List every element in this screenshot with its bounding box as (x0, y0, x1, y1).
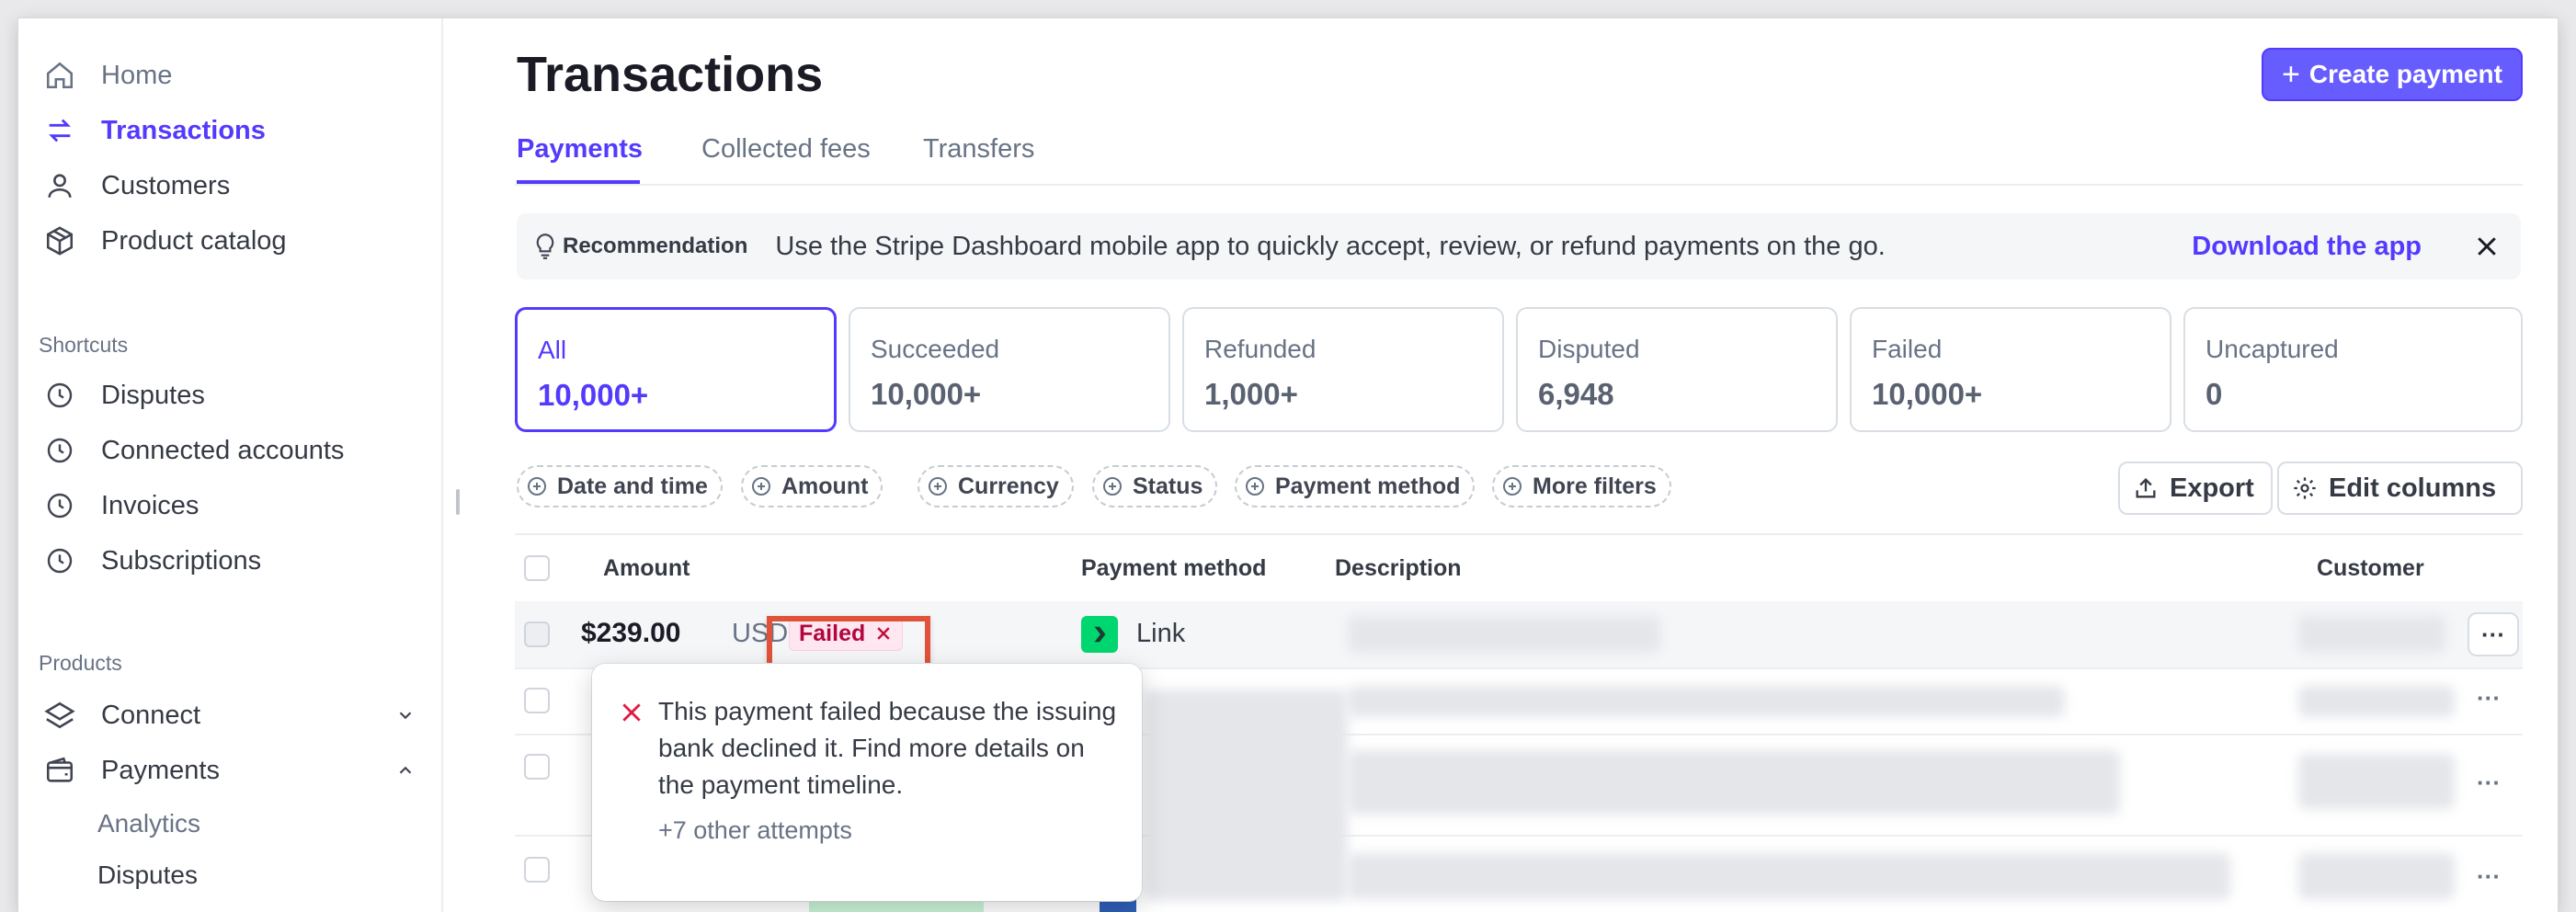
wallet-icon (42, 753, 77, 788)
sidebar-resize-handle[interactable] (456, 489, 460, 515)
column-header-description[interactable]: Description (1335, 555, 1462, 582)
user-icon (42, 168, 77, 203)
sidebar-item-connect[interactable]: Connect (42, 691, 419, 739)
sidebar-item-disputes[interactable]: Disputes (42, 371, 205, 419)
clock-icon (42, 433, 77, 468)
sidebar-item-home[interactable]: Home (42, 51, 172, 99)
filter-date-and-time[interactable]: Date and time (517, 465, 723, 507)
recommendation-banner: Recommendation Use the Stripe Dashboard … (517, 213, 2521, 279)
close-icon[interactable] (2473, 233, 2501, 260)
row-amount: $239.00 (581, 618, 681, 648)
recommendation-label: Recommendation (563, 234, 748, 258)
table-header: Amount Payment method Description Custom… (515, 535, 2523, 603)
status-card-all[interactable]: All 10,000+ (515, 307, 837, 432)
sidebar-subitem-disputes[interactable]: Disputes (97, 861, 198, 890)
plus-icon: + (2282, 56, 2300, 92)
redacted-customer (2298, 754, 2455, 809)
error-x-icon (622, 703, 641, 722)
column-header-payment-method[interactable]: Payment method (1081, 555, 1266, 582)
plus-circle-icon (929, 477, 947, 496)
chevron-down-icon[interactable] (392, 701, 419, 729)
redacted-description (1348, 686, 2065, 717)
status-card-disputed[interactable]: Disputed 6,948 (1516, 307, 1838, 432)
status-card-succeeded[interactable]: Succeeded 10,000+ (849, 307, 1170, 432)
sidebar-item-customers[interactable]: Customers (42, 162, 230, 210)
row-payment-method: Link (1136, 619, 1186, 648)
sidebar-item-subscriptions[interactable]: Subscriptions (42, 537, 261, 585)
status-card-uncaptured[interactable]: Uncaptured 0 (2183, 307, 2523, 432)
column-header-amount[interactable]: Amount (603, 555, 690, 582)
export-icon (2136, 478, 2156, 498)
filter-amount[interactable]: Amount (741, 465, 883, 507)
tab-transfers[interactable]: Transfers (923, 134, 1034, 165)
clock-icon (42, 378, 77, 413)
redacted-customer (2298, 686, 2455, 717)
filter-bar: Date and time Amount Currency Status Pay… (515, 462, 2523, 517)
plus-circle-icon (1503, 477, 1522, 496)
layers-icon (42, 698, 77, 733)
lightbulb-icon (533, 233, 557, 260)
chevron-up-icon[interactable] (392, 757, 419, 784)
plus-circle-icon (752, 477, 770, 496)
filter-payment-method[interactable]: Payment method (1235, 465, 1476, 507)
tab-collected-fees[interactable]: Collected fees (701, 134, 871, 165)
other-attempts-link[interactable]: +7 other attempts (658, 816, 852, 845)
row-more-button[interactable]: ··· (2468, 612, 2519, 656)
plus-circle-icon (1103, 477, 1122, 496)
transfer-arrows-icon (42, 113, 77, 148)
redacted-description (1348, 616, 1660, 653)
edit-columns-button[interactable]: Edit columns (2277, 462, 2523, 515)
row-checkbox[interactable] (524, 857, 550, 883)
column-header-customer[interactable]: Customer (2317, 555, 2424, 582)
redacted-description (1348, 853, 2230, 899)
filter-currency[interactable]: Currency (918, 465, 1074, 507)
sidebar: Home Transactions Customers Product cata… (18, 18, 443, 912)
link-logo-icon (1081, 616, 1118, 653)
failure-tooltip: This payment failed because the issuing … (592, 664, 1142, 901)
sidebar-subitem-analytics[interactable]: Analytics (97, 809, 200, 838)
active-tab-indicator (517, 180, 640, 184)
sidebar-item-connected-accounts[interactable]: Connected accounts (42, 427, 344, 474)
row-more-icon[interactable]: ··· (2477, 769, 2501, 797)
app-window: Home Transactions Customers Product cata… (18, 18, 2558, 912)
plus-circle-icon (528, 477, 546, 496)
sidebar-item-transactions[interactable]: Transactions (42, 107, 266, 154)
redacted-cell (1146, 690, 1348, 901)
recommendation-text: Use the Stripe Dashboard mobile app to q… (775, 231, 1886, 261)
select-all-checkbox[interactable] (524, 555, 550, 581)
row-checkbox[interactable] (524, 621, 550, 647)
home-icon (42, 58, 77, 93)
filter-more-filters[interactable]: More filters (1492, 465, 1671, 507)
download-app-link[interactable]: Download the app (2192, 232, 2422, 262)
tabs: Payments Collected fees Transfers (515, 127, 2523, 186)
sidebar-item-product-catalog[interactable]: Product catalog (42, 217, 287, 265)
package-icon (42, 223, 77, 258)
status-card-refunded[interactable]: Refunded 1,000+ (1182, 307, 1504, 432)
status-card-failed[interactable]: Failed 10,000+ (1850, 307, 2171, 432)
export-button[interactable]: Export (2118, 462, 2273, 515)
create-payment-button[interactable]: + Create payment (2262, 48, 2523, 101)
products-heading: Products (39, 651, 122, 675)
row-more-icon[interactable]: ··· (2477, 684, 2501, 712)
gear-icon (2294, 477, 2316, 499)
sidebar-item-payments[interactable]: Payments (42, 747, 419, 794)
tab-payments[interactable]: Payments (517, 134, 643, 165)
clock-icon (42, 488, 77, 523)
sidebar-item-invoices[interactable]: Invoices (42, 482, 199, 530)
plus-circle-icon (1246, 477, 1264, 496)
redacted-description (1348, 750, 2120, 815)
redacted-customer (2298, 616, 2445, 653)
page-title: Transactions (517, 47, 824, 102)
status-cards: All 10,000+ Succeeded 10,000+ Refunded 1… (515, 307, 2523, 432)
redacted-customer (2298, 853, 2455, 899)
row-more-icon[interactable]: ··· (2477, 862, 2501, 891)
clock-icon (42, 543, 77, 578)
row-checkbox[interactable] (524, 688, 550, 713)
tooltip-message: This payment failed because the issuing … (658, 697, 1117, 799)
shortcuts-heading: Shortcuts (39, 333, 129, 357)
row-checkbox[interactable] (524, 754, 550, 780)
filter-status[interactable]: Status (1092, 465, 1218, 507)
